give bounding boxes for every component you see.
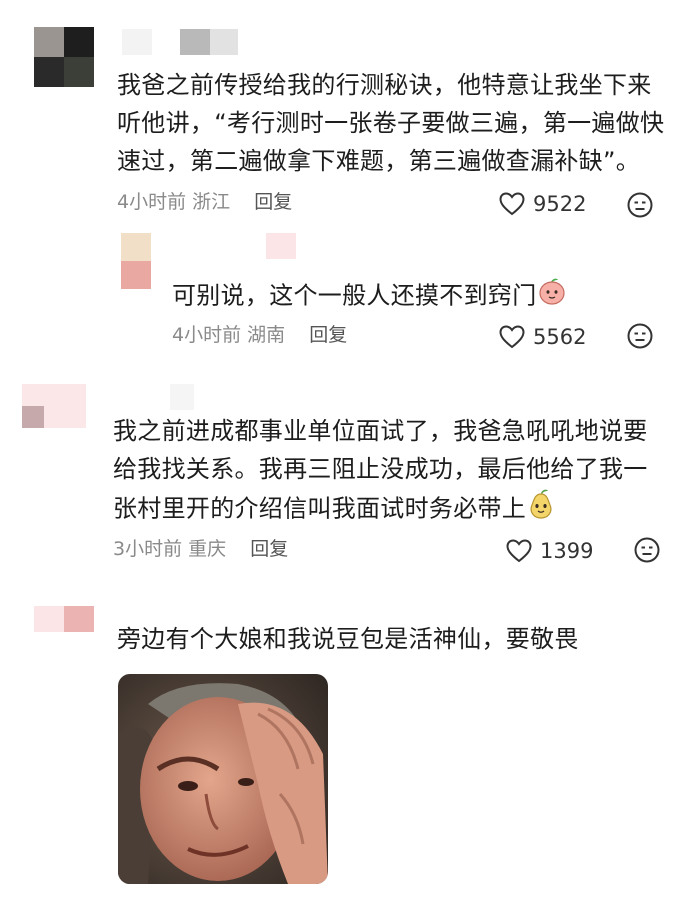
comment-text: 可别说，这个一般人还摸不到窍门 [172,276,592,317]
like-button[interactable]: 5562 [499,324,586,350]
location: 重庆 [188,538,227,560]
like-count: 5562 [533,325,587,349]
reply-button[interactable]: 回复 [254,191,292,213]
meme-image[interactable] [118,674,328,884]
timestamp: 3小时前 [113,538,183,560]
comment-text: 旁边有个大娘和我说豆包是活神仙，要敬畏 [117,625,579,653]
timestamp: 4小时前 [172,324,242,346]
comment-meta: 3小时前 重庆 回复 [113,536,288,562]
heart-outline-icon [506,539,532,563]
comment-text: 我爸之前传授给我的行测秘诀，他特意让我坐下来 听他讲，“考行测时一张卷子要做三遍… [117,71,665,175]
neutral-face-icon[interactable] [627,323,653,349]
comment-meta: 4小时前 浙江 回复 [117,189,292,215]
heart-outline-icon [499,325,525,349]
neutral-face-icon[interactable] [634,537,660,563]
neutral-face-icon[interactable] [627,192,653,218]
like-button[interactable]: 9522 [499,191,586,217]
pear-sticker [526,488,556,531]
username[interactable] [122,29,238,55]
avatar[interactable] [121,233,151,289]
avatar[interactable] [34,27,94,87]
reply-button[interactable]: 回复 [309,324,347,346]
avatar[interactable] [22,384,86,428]
comment-meta: 4小时前 湖南 回复 [172,322,347,348]
comment-text: 我之前进成都事业单位面试了，我爸急吼吼地说要 给我找关系。我再三阻止没成功，最后… [113,412,683,531]
reply-button[interactable]: 回复 [250,538,288,560]
location: 湖南 [247,324,286,346]
timestamp: 4小时前 [117,191,187,213]
location: 浙江 [192,191,231,213]
like-button[interactable]: 1399 [506,538,593,564]
like-count: 9522 [533,192,587,216]
username[interactable] [34,606,94,632]
like-count: 1399 [540,539,594,563]
username[interactable] [266,233,296,259]
peach-sticker [537,276,567,317]
username[interactable] [170,384,194,410]
heart-outline-icon [499,192,525,216]
